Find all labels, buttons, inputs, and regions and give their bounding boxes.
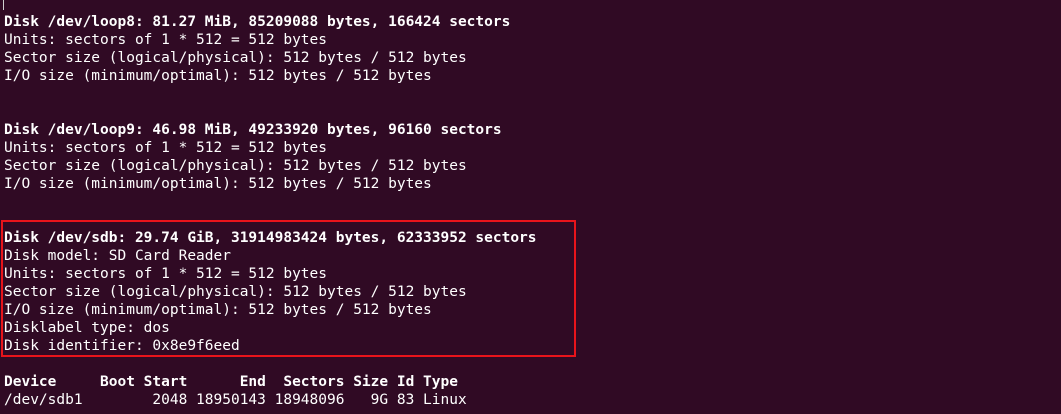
sdb-disk-identifier: Disk identifier: 0x8e9f6eed xyxy=(4,338,240,354)
loop8-io-size: I/O size (minimum/optimal): 512 bytes / … xyxy=(4,68,432,84)
partition-table-header: Device Boot Start End Sectors Size Id Ty… xyxy=(4,374,458,390)
loop9-disk-header: Disk /dev/loop9: 46.98 MiB, 49233920 byt… xyxy=(4,122,502,138)
sdb-disklabel-type: Disklabel type: dos xyxy=(4,320,170,336)
loop9-units: Units: sectors of 1 * 512 = 512 bytes xyxy=(4,140,328,156)
sdb-units: Units: sectors of 1 * 512 = 512 bytes xyxy=(4,266,328,282)
loop9-sector-size: Sector size (logical/physical): 512 byte… xyxy=(4,158,467,174)
sdb-disk-model: Disk model: SD Card Reader xyxy=(4,248,231,264)
sdb-io-size: I/O size (minimum/optimal): 512 bytes / … xyxy=(4,302,432,318)
loop9-io-size: I/O size (minimum/optimal): 512 bytes / … xyxy=(4,176,432,192)
sdb-disk-header: Disk /dev/sdb: 29.74 GiB, 31914983424 by… xyxy=(4,230,537,246)
terminal-window[interactable]: Disk /dev/loop8: 81.27 MiB, 85209088 byt… xyxy=(0,0,1061,414)
partition-table-row: /dev/sdb1 2048 18950143 18948096 9G 83 L… xyxy=(4,392,467,408)
loop8-sector-size: Sector size (logical/physical): 512 byte… xyxy=(4,50,467,66)
loop8-units: Units: sectors of 1 * 512 = 512 bytes xyxy=(4,32,328,48)
scroll-edge-mark xyxy=(3,0,4,10)
loop8-disk-header: Disk /dev/loop8: 81.27 MiB, 85209088 byt… xyxy=(4,14,511,30)
sdb-sector-size: Sector size (logical/physical): 512 byte… xyxy=(4,284,467,300)
